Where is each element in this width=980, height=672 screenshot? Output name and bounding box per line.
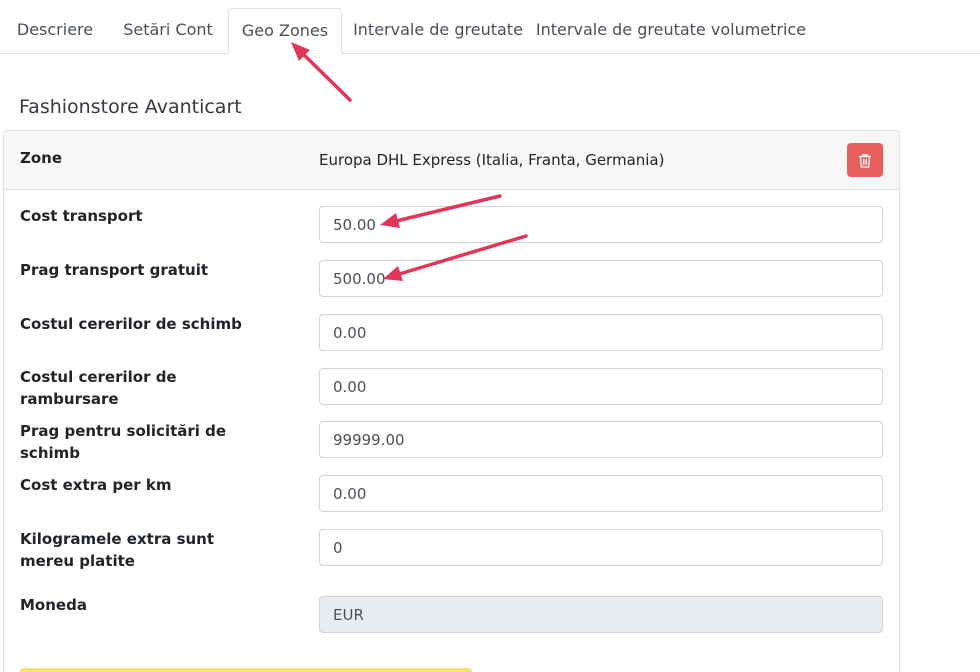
cost-cereri-schimb-label: Costul cererilor de schimb [20,315,242,333]
kilograme-extra-label: Kilogramele extra sunt mereu platite [20,530,215,570]
cost-extra-km-label: Cost extra per km [20,476,172,494]
kilograme-extra-input[interactable] [319,529,883,566]
cost-extra-km-input[interactable] [319,475,883,512]
cost-transport-label: Cost transport [20,207,143,225]
zone-label: Zone [20,149,63,167]
cost-cereri-schimb-input[interactable] [319,314,883,351]
tab-geo-zones[interactable]: Geo Zones [228,8,342,54]
tab-descriere[interactable]: Descriere [4,8,106,53]
cost-transport-input[interactable] [319,206,883,243]
tab-bar: Descriere Setări Cont Geo Zones Interval… [0,8,980,54]
zone-value: Europa DHL Express (Italia, Franta, Germ… [319,151,665,169]
trash-icon [859,153,871,168]
tab-intervale-greutate-volumetrice[interactable]: Intervale de greutate volumetrice [534,8,808,53]
delete-zone-button[interactable] [847,143,883,177]
store-title: Fashionstore Avanticart [19,96,242,118]
moneda-input[interactable] [319,596,883,633]
prag-transport-gratuit-input[interactable] [319,260,883,297]
zone-header: Zone Europa DHL Express (Italia, Franta,… [4,131,899,190]
moneda-label: Moneda [20,596,87,614]
prag-transport-gratuit-label: Prag transport gratuit [20,261,209,279]
cost-cereri-rambursare-input[interactable] [319,368,883,405]
prag-solicitari-schimb-input[interactable] [319,421,883,458]
tab-setari-cont[interactable]: Setări Cont [110,8,226,53]
cost-cereri-rambursare-label: Costul cererilor de rambursare [20,368,177,408]
tab-intervale-greutate[interactable]: Intervale de greutate [346,8,530,53]
save-button-strip[interactable] [20,668,472,672]
prag-solicitari-schimb-label: Prag pentru solicitări de schimb [20,422,227,462]
geo-zones-page: Descriere Setări Cont Geo Zones Interval… [0,0,980,672]
